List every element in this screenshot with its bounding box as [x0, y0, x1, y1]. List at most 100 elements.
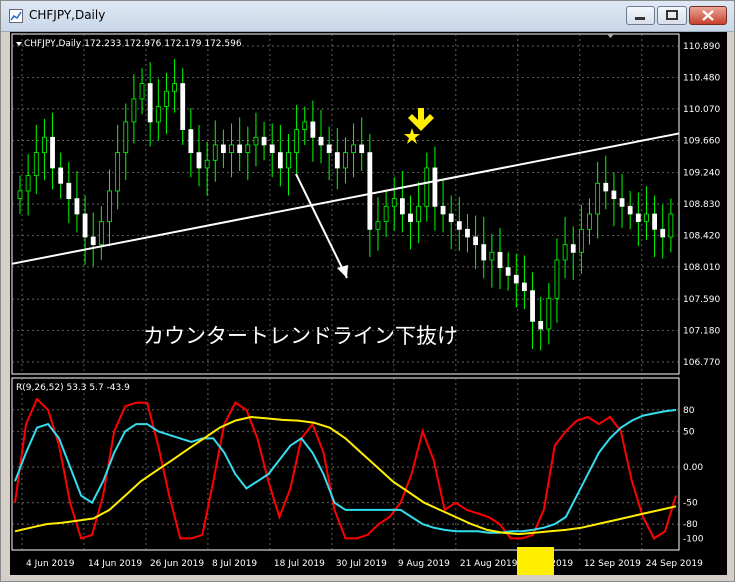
oscillator-line-r9: [14, 397, 677, 540]
candle-body: [245, 144, 251, 154]
header-dropdown-marker: [16, 42, 22, 46]
title-bar[interactable]: CHFJPY,Daily: [1, 1, 734, 32]
chart-area[interactable]: 4 Jun 2019 14 Jun 2019 26 Jun 2019 8 Jul 20…: [10, 32, 727, 575]
y-tick-label: 107.590: [683, 295, 720, 305]
scroll-marker: [607, 34, 614, 38]
y-tick-label: 109.240: [683, 169, 720, 179]
close-button[interactable]: [689, 6, 727, 25]
price-chart[interactable]: 4 Jun 2019 14 Jun 2019 26 Jun 2019 8 Jul 20…: [10, 32, 727, 575]
candle-body: [416, 205, 422, 223]
candle-body: [310, 121, 316, 138]
candle-body: [595, 182, 601, 215]
candle-body: [326, 144, 332, 154]
candle-body: [570, 244, 576, 253]
x-tick-label: 21 Aug 2019: [460, 559, 518, 569]
candle-body: [440, 205, 446, 215]
candle-body: [489, 251, 495, 261]
candle-body: [538, 320, 544, 330]
candle-body: [212, 144, 218, 161]
candle-body: [172, 83, 177, 92]
candle-body: [115, 152, 121, 192]
candle-body: [139, 83, 145, 100]
candle-body: [603, 182, 609, 192]
candle-body: [286, 152, 291, 169]
symbol-header: CHFJPY,Daily 172.233 172.976 172.179 172…: [24, 39, 242, 49]
callout-arrow-line: [295, 173, 348, 279]
candle-body: [58, 167, 64, 184]
x-tick-label: 26 Jun 2019: [150, 559, 204, 569]
candle-body: [505, 267, 511, 276]
osc-y-tick-label: -100: [683, 534, 704, 544]
candle-body: [619, 198, 625, 207]
osc-y-tick-label: 0.00: [683, 463, 703, 473]
x-tick-label: 30 Jul 2019: [336, 559, 387, 569]
chart-window: CHFJPY,Daily 4 Jun 2019 14 Jun 2019 26 Jun…: [0, 0, 735, 582]
minimize-button[interactable]: [626, 6, 655, 25]
osc-y-tick-label: -50: [683, 499, 698, 509]
candle-body: [546, 297, 552, 330]
candle-body: [473, 236, 479, 246]
candle-body: [204, 159, 210, 169]
candle-body: [660, 228, 666, 238]
oscillator-label: R(9,26,52) 53.3 5.7 -43.9: [16, 383, 130, 393]
candle-body: [513, 274, 519, 284]
minimize-icon: [635, 17, 645, 20]
candle-body: [408, 213, 413, 223]
candle-body: [318, 136, 324, 146]
candle-body: [25, 175, 31, 192]
candle-body: [294, 129, 300, 154]
candle-body: [367, 152, 373, 230]
candle-body: [82, 213, 88, 238]
candle-body: [180, 83, 186, 131]
y-tick-label: 110.890: [683, 42, 720, 52]
candle-body: [391, 198, 397, 207]
candle-body: [522, 282, 527, 292]
y-tick-label: 106.770: [683, 358, 720, 368]
candle-body: [253, 136, 259, 146]
candle-body: [562, 244, 568, 261]
candle-body: [652, 213, 657, 230]
candle-body: [456, 221, 462, 230]
y-tick-label: 108.420: [683, 231, 720, 241]
candle-body: [635, 213, 641, 223]
y-tick-label: 108.010: [683, 263, 720, 273]
candle-body: [302, 121, 308, 131]
maximize-icon: [666, 10, 678, 20]
candle-body: [465, 228, 470, 238]
candle-body: [220, 144, 226, 154]
y-tick-label: 109.660: [683, 136, 720, 146]
candle-body: [74, 198, 80, 215]
osc-y-tick-label: -80: [683, 520, 698, 530]
candle-body: [107, 190, 112, 223]
candle-body: [334, 152, 340, 169]
x-tick-label: 4 Jun 2019: [26, 559, 75, 569]
candle-body: [66, 182, 72, 200]
candle-body: [147, 83, 153, 123]
oscillator-line-r26: [14, 408, 677, 534]
candle-body: [351, 144, 356, 154]
x-tick-label: 18 Jul 2019: [274, 559, 325, 569]
y-tick-label: 110.070: [683, 105, 720, 115]
x-tick-label: 14 Jun 2019: [88, 559, 142, 569]
candle-body: [188, 129, 194, 154]
maximize-button[interactable]: [657, 6, 687, 25]
candle-body: [277, 152, 283, 169]
x-tick-label: 12 Sep 2019: [584, 559, 641, 569]
osc-y-tick-label: 50: [683, 427, 695, 437]
y-tick-label: 110.480: [683, 73, 720, 83]
candle-body: [359, 144, 365, 154]
y-tick-label: 108.830: [683, 200, 720, 210]
x-tick-label: 8 Jul 2019: [212, 559, 257, 569]
candle-body: [611, 190, 617, 200]
annotation-text: カウンタートレンドライン下抜け: [143, 324, 458, 348]
candle-body: [343, 152, 348, 169]
candle-body: [155, 106, 161, 123]
candle-body: [17, 190, 23, 200]
candle-body: [269, 144, 275, 154]
candle-body: [164, 90, 169, 107]
candle-body: [383, 205, 389, 223]
candle-body: [196, 152, 202, 169]
candle-body: [627, 205, 633, 215]
candle-body: [50, 136, 55, 169]
candle-body: [399, 198, 405, 215]
